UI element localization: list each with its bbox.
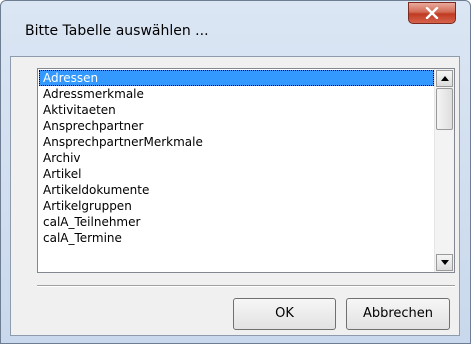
close-icon bbox=[425, 7, 439, 19]
list-item[interactable]: Aktivitaeten bbox=[39, 102, 434, 118]
list-item[interactable]: Adressmerkmale bbox=[39, 86, 434, 102]
vertical-scrollbar[interactable] bbox=[434, 69, 454, 272]
list-item[interactable]: Artikelgruppen bbox=[39, 198, 434, 214]
list-item[interactable]: Artikel bbox=[39, 166, 434, 182]
list-item[interactable]: Adressen bbox=[39, 70, 434, 86]
title-bar[interactable]: Bitte Tabelle auswählen ... bbox=[1, 1, 470, 57]
table-listbox[interactable]: Adressen Adressmerkmale Aktivitaeten Ans… bbox=[37, 68, 455, 273]
separator bbox=[37, 285, 455, 287]
scroll-down-button[interactable] bbox=[436, 254, 453, 271]
list-item[interactable]: Archiv bbox=[39, 150, 434, 166]
list-item[interactable]: calA_Termine bbox=[39, 230, 434, 246]
scrollbar-thumb[interactable] bbox=[436, 88, 453, 130]
table-list[interactable]: Adressen Adressmerkmale Aktivitaeten Ans… bbox=[39, 70, 434, 271]
arrow-down-icon bbox=[441, 260, 449, 265]
list-item[interactable]: Ansprechpartner bbox=[39, 118, 434, 134]
dialog-window: Bitte Tabelle auswählen ... Adressen Adr… bbox=[0, 0, 471, 344]
dialog-title: Bitte Tabelle auswählen ... bbox=[25, 23, 209, 39]
close-button[interactable] bbox=[408, 2, 456, 24]
list-item[interactable]: Artikeldokumente bbox=[39, 182, 434, 198]
scroll-up-button[interactable] bbox=[436, 70, 453, 87]
ok-button[interactable]: OK bbox=[233, 298, 336, 330]
arrow-up-icon bbox=[441, 76, 449, 81]
list-item[interactable]: AnsprechpartnerMerkmale bbox=[39, 134, 434, 150]
list-item[interactable]: calA_Teilnehmer bbox=[39, 214, 434, 230]
dialog-content: Adressen Adressmerkmale Aktivitaeten Ans… bbox=[10, 56, 460, 336]
cancel-button[interactable]: Abbrechen bbox=[346, 298, 450, 330]
